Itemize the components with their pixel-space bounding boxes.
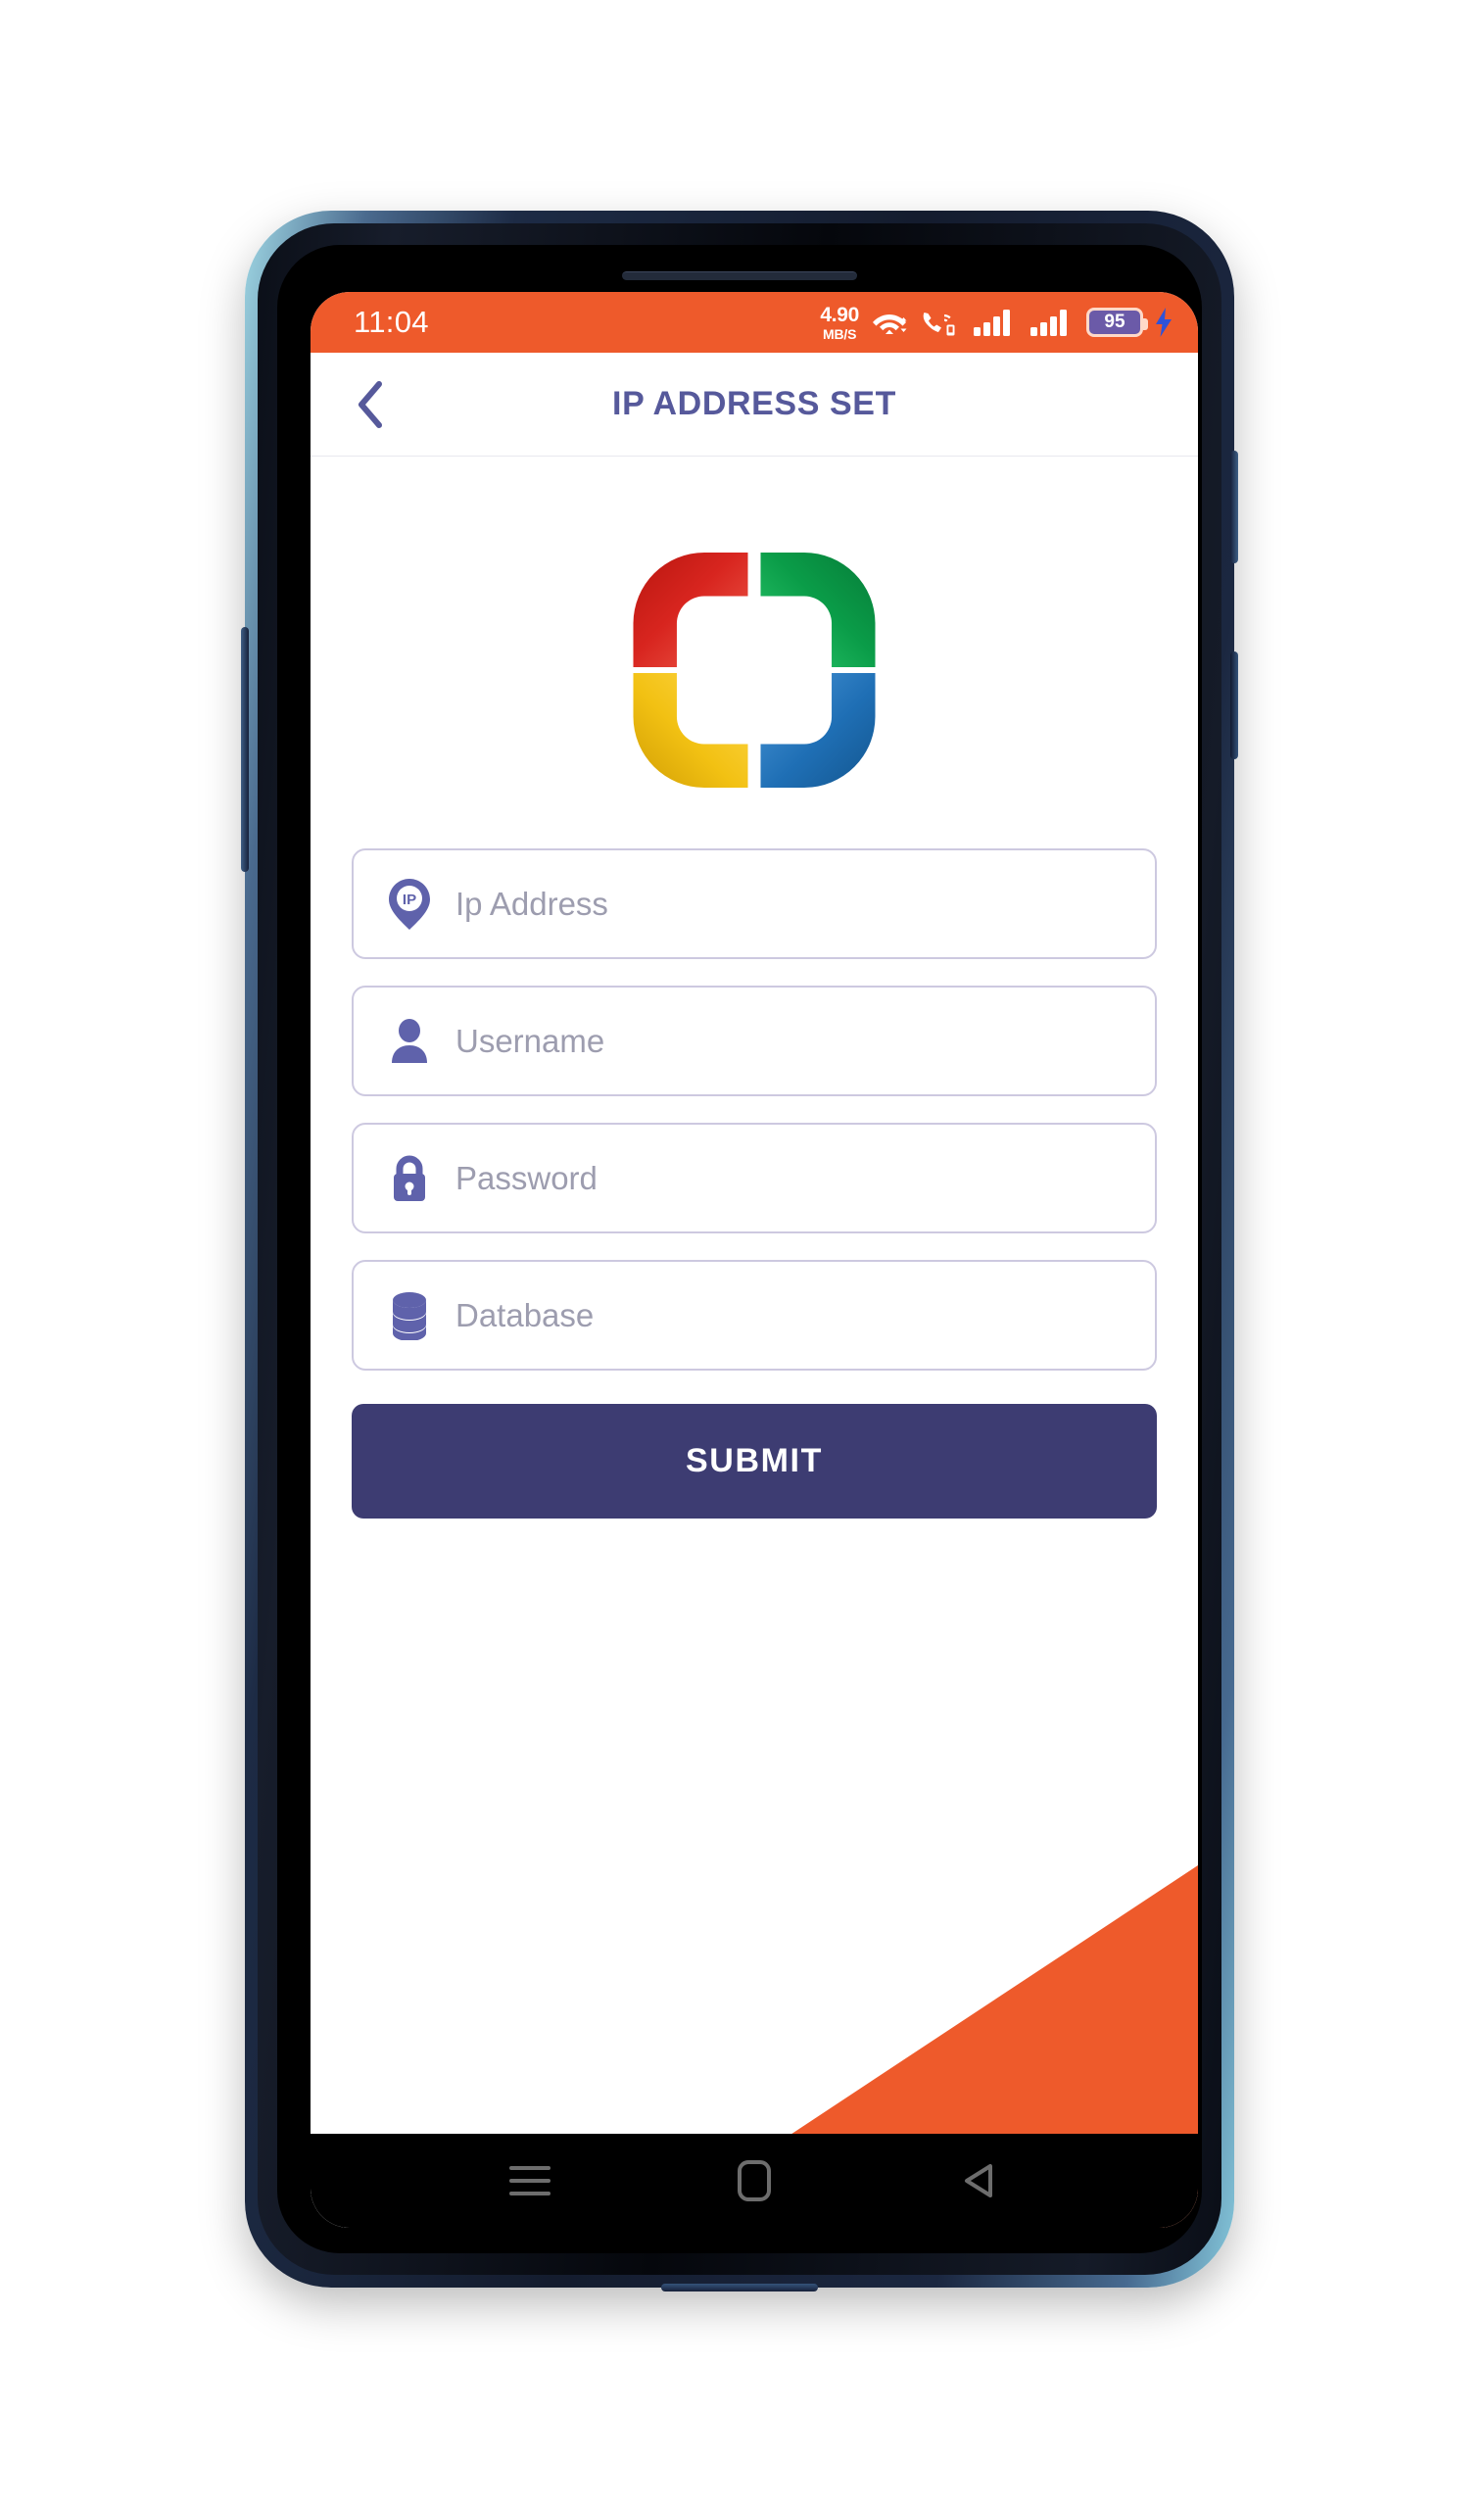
back-chevron-icon[interactable] bbox=[340, 374, 401, 435]
database-input[interactable] bbox=[455, 1296, 1125, 1334]
android-navigation-bar bbox=[311, 2134, 1198, 2228]
logo-elbow-blue bbox=[760, 673, 876, 788]
app-logo bbox=[632, 553, 877, 788]
charging-port bbox=[661, 2284, 818, 2291]
signal-bars-sim1-icon bbox=[973, 308, 1018, 337]
signal-bars-sim2-icon bbox=[1029, 308, 1075, 337]
database-field[interactable] bbox=[352, 1260, 1157, 1371]
battery-indicator: 95 bbox=[1086, 308, 1148, 337]
recents-menu-icon[interactable] bbox=[488, 2151, 572, 2210]
logo-elbow-yellow bbox=[633, 673, 748, 788]
home-square-icon[interactable] bbox=[712, 2151, 796, 2210]
logo-elbow-red bbox=[633, 553, 748, 667]
ip-address-field[interactable]: IP bbox=[352, 848, 1157, 959]
wifi-icon bbox=[871, 308, 908, 337]
battery-level-text: 95 bbox=[1104, 312, 1125, 332]
screenshot-canvas: 11:04 4.90 MB/S 95 IP ADDRESS SET IP Ip … bbox=[0, 0, 1484, 2508]
username-input[interactable] bbox=[455, 1022, 1125, 1060]
charging-bolt-icon bbox=[1155, 308, 1173, 337]
volume-button[interactable] bbox=[241, 627, 249, 872]
username-field[interactable] bbox=[352, 986, 1157, 1096]
back-triangle-icon[interactable] bbox=[936, 2151, 1021, 2210]
ip-address-input[interactable] bbox=[455, 885, 1125, 923]
power-button[interactable] bbox=[1230, 451, 1238, 563]
submit-button[interactable]: SUBMIT bbox=[352, 1404, 1157, 1519]
status-bar: 11:04 4.90 MB/S 95 bbox=[311, 292, 1198, 353]
database-icon bbox=[383, 1291, 436, 1340]
ip-location-pin-icon: IP bbox=[383, 878, 436, 931]
phone-inner-frame: 11:04 4.90 MB/S 95 IP ADDRESS SET IP Ip … bbox=[258, 223, 1221, 2275]
status-icons-group: 4.90 MB/S 95 bbox=[820, 305, 1173, 341]
phone-device: 11:04 4.90 MB/S 95 IP ADDRESS SET IP Ip … bbox=[241, 211, 1238, 2291]
page-title: IP ADDRESS SET bbox=[612, 385, 896, 422]
phone-bezel: 11:04 4.90 MB/S 95 IP ADDRESS SET IP Ip … bbox=[277, 245, 1202, 2253]
ip-settings-form: IP Ip Address Username Database SUBMIT bbox=[352, 848, 1157, 1519]
password-field[interactable] bbox=[352, 1123, 1157, 1233]
network-speed-unit: MB/S bbox=[823, 325, 857, 342]
sim-tray-button[interactable] bbox=[1230, 651, 1238, 759]
person-icon bbox=[383, 1018, 436, 1065]
earpiece-speaker bbox=[622, 271, 857, 280]
app-bar: IP ADDRESS SET bbox=[311, 353, 1198, 457]
logo-elbow-green bbox=[760, 553, 876, 667]
network-speed-value: 4.90 bbox=[820, 303, 859, 326]
svg-text:IP: IP bbox=[403, 892, 416, 908]
status-clock: 11:04 bbox=[354, 305, 429, 339]
lock-icon bbox=[383, 1154, 436, 1203]
phone-screen: 11:04 4.90 MB/S 95 IP ADDRESS SET IP Ip … bbox=[311, 292, 1198, 2228]
network-speed-indicator: 4.90 MB/S bbox=[820, 305, 859, 341]
main-content: IP Ip Address Username Database SUBMIT bbox=[311, 457, 1198, 2228]
password-input[interactable] bbox=[455, 1159, 1125, 1197]
volte-call-icon bbox=[920, 307, 961, 338]
